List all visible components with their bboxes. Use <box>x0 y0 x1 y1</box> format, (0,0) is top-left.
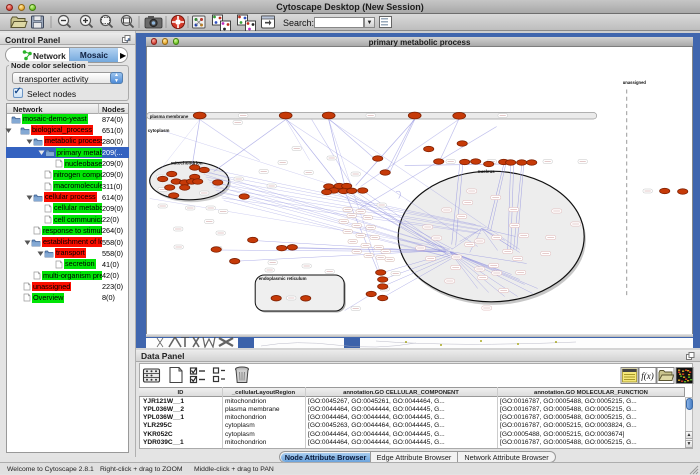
svg-text:unassigned: unassigned <box>623 80 647 85</box>
svg-text:endoplasmic reticulum: endoplasmic reticulum <box>259 276 307 281</box>
svg-text:mitochondrion: mitochondrion <box>171 160 203 165</box>
svg-text:f(x): f(x) <box>641 371 654 381</box>
svg-text:plasma membrane: plasma membrane <box>150 113 189 118</box>
svg-text:cytoplasm: cytoplasm <box>148 128 170 133</box>
svg-text:nucleus: nucleus <box>478 169 496 174</box>
